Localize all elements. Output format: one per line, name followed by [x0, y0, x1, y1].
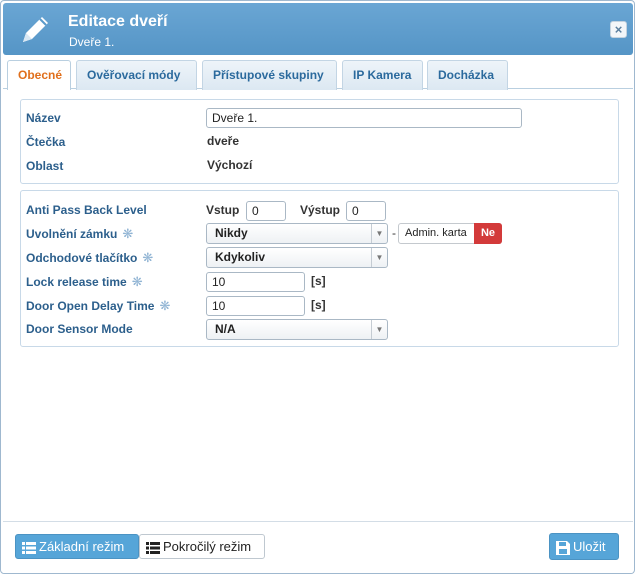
apb-out-input[interactable] [346, 201, 386, 221]
tab-label: Obecné [18, 68, 63, 82]
settings-section: Anti Pass Back Level Vstup Výstup Uvolně… [20, 190, 619, 347]
tab-attendance[interactable]: Docházka [427, 60, 508, 90]
lock-release-label-text: Uvolnění zámku [26, 227, 118, 241]
list-icon [22, 541, 36, 554]
chevron-down-icon: ▼ [371, 320, 387, 339]
floppy-disk-icon [556, 540, 570, 555]
lock-release-dash: - [392, 226, 396, 240]
lock-release-value: Nikdy [215, 226, 248, 240]
close-icon: × [614, 22, 623, 37]
pencil-icon [23, 17, 48, 42]
lock-release-select[interactable]: Nikdy ▼ [206, 223, 388, 244]
dialog-title: Editace dveří [68, 13, 168, 30]
apb-out-label: Výstup [300, 203, 341, 217]
dialog-footer: Základní režim Pokročilý režim Uložit [3, 521, 633, 573]
asterisk-icon: ❋ [131, 274, 143, 289]
lock-time-input[interactable] [206, 272, 305, 292]
general-section: Název Čtečka dveře Oblast Výchozí [20, 99, 619, 184]
door-delay-input[interactable] [206, 296, 305, 316]
name-input[interactable] [206, 108, 522, 128]
tab-verification-modes[interactable]: Ověřovací módy [76, 60, 197, 90]
reader-value: dveře [207, 134, 240, 148]
basic-mode-label: Základní režim [39, 539, 125, 554]
tab-bar: Obecné Ověřovací módy Přístupové skupiny… [3, 55, 633, 90]
tab-ip-camera[interactable]: IP Kamera [342, 60, 423, 90]
tab-access-groups[interactable]: Přístupové skupiny [202, 60, 337, 90]
lock-time-label-text: Lock release time [26, 275, 127, 289]
door-sensor-select[interactable]: N/A ▼ [206, 319, 388, 340]
apb-label: Anti Pass Back Level [26, 203, 147, 217]
admin-card-no-button[interactable]: Ne [474, 223, 502, 244]
tab-general[interactable]: Obecné [7, 60, 71, 90]
exit-button-select[interactable]: Kdykoliv ▼ [206, 247, 388, 268]
basic-mode-button[interactable]: Základní režim [15, 534, 139, 559]
tab-label: IP Kamera [353, 68, 412, 82]
lock-release-label: Uvolnění zámku ❋ [26, 226, 133, 242]
exit-button-value: Kdykoliv [215, 250, 266, 264]
area-value: Výchozí [207, 158, 253, 172]
asterisk-icon: ❋ [159, 298, 171, 313]
lock-time-unit: [s] [311, 274, 326, 288]
chevron-down-icon: ▼ [371, 248, 387, 267]
tab-label: Přístupové skupiny [213, 68, 324, 82]
door-edit-dialog: Editace dveří Dveře 1. × Obecné Ověřovac… [0, 0, 635, 574]
advanced-mode-button[interactable]: Pokročilý režim [139, 534, 265, 559]
list-icon [146, 541, 160, 554]
door-delay-label-text: Door Open Delay Time [26, 299, 155, 313]
save-label: Uložit [573, 539, 606, 554]
area-label: Oblast [26, 159, 64, 173]
exit-button-label-text: Odchodové tlačítko [26, 251, 138, 265]
advanced-mode-label: Pokročilý režim [163, 539, 252, 554]
door-delay-unit: [s] [311, 298, 326, 312]
close-button[interactable]: × [610, 21, 627, 38]
tab-label: Docházka [438, 68, 495, 82]
door-sensor-value: N/A [215, 322, 236, 336]
apb-in-input[interactable] [246, 201, 286, 221]
exit-button-label: Odchodové tlačítko ❋ [26, 250, 153, 266]
dialog-header: Editace dveří Dveře 1. × [3, 3, 633, 55]
door-delay-label: Door Open Delay Time ❋ [26, 298, 170, 314]
admin-card-toggle[interactable]: Admin. karta Ne [398, 223, 502, 244]
dialog-subtitle: Dveře 1. [69, 35, 115, 49]
chevron-down-icon: ▼ [371, 224, 387, 243]
asterisk-icon: ❋ [122, 226, 134, 241]
name-label: Název [26, 111, 61, 125]
save-button[interactable]: Uložit [549, 533, 619, 560]
door-sensor-label: Door Sensor Mode [26, 322, 133, 336]
apb-in-label: Vstup [206, 203, 240, 217]
admin-card-label: Admin. karta [405, 227, 467, 239]
lock-time-label: Lock release time ❋ [26, 274, 143, 290]
reader-label: Čtečka [26, 135, 66, 149]
tab-label: Ověřovací módy [87, 68, 181, 82]
asterisk-icon: ❋ [142, 250, 154, 265]
